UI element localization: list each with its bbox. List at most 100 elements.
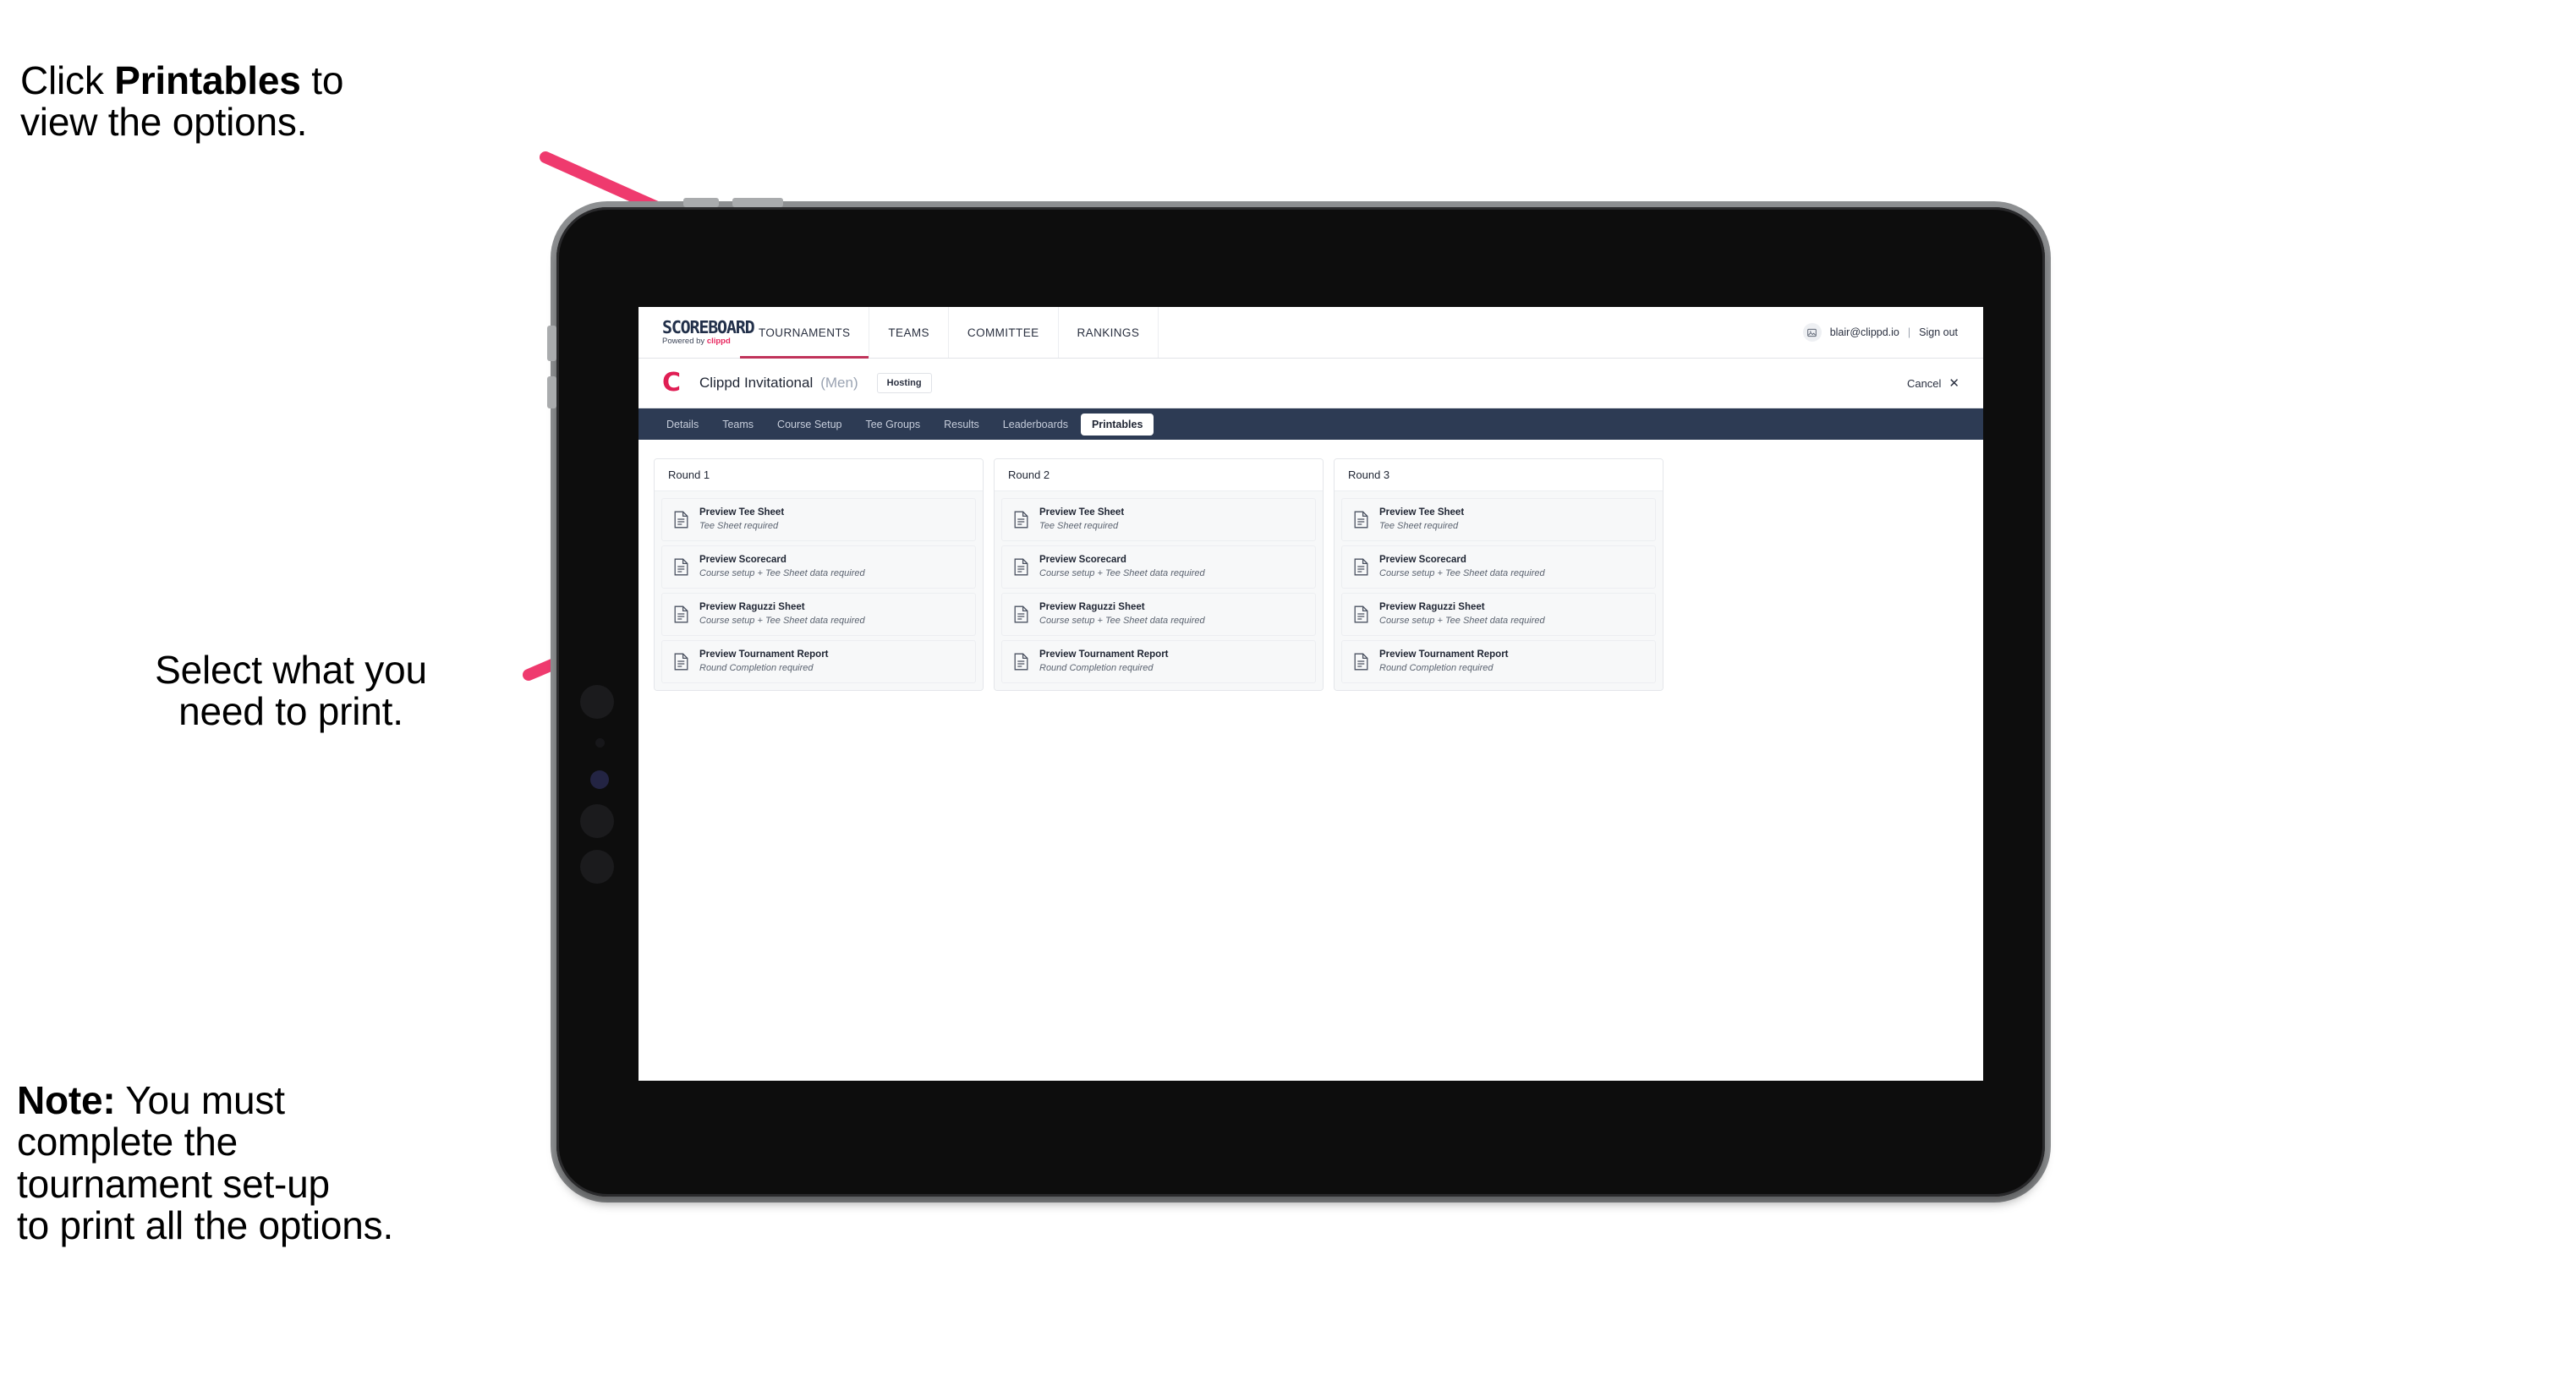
sign-out-link[interactable]: Sign out [1919,326,1958,338]
cancel-label: Cancel [1906,376,1942,390]
printable-item-text: Preview Tournament Report Round Completi… [1039,649,1169,674]
printable-item-raguzzi-sheet[interactable]: Preview Raguzzi Sheet Course setup + Tee… [661,592,976,636]
clippd-c-logo: C [662,368,682,397]
topnav-item-teams[interactable]: TEAMS [869,307,949,358]
printable-title: Preview Raguzzi Sheet [699,601,805,612]
printable-title: Preview Scorecard [1379,554,1466,565]
user-email: blair@clippd.io [1829,326,1899,338]
top-navigation-bar: SCOREBOARD Powered by clippd TOURNAMENTS… [639,307,1983,359]
printable-title: Preview Tee Sheet [1039,507,1125,518]
printable-requirement: Round Completion required [1379,662,1494,673]
tab-results[interactable]: Results [933,414,990,436]
topnav-label-rankings: RANKINGS [1077,326,1140,339]
tablet-top-button-a[interactable] [683,198,719,207]
printable-item-tee-sheet[interactable]: Preview Tee Sheet Tee Sheet required [1341,498,1656,541]
printable-item-tournament-report[interactable]: Preview Tournament Report Round Completi… [1001,639,1316,683]
printable-item-text: Preview Tournament Report Round Completi… [699,649,829,674]
printable-item-scorecard[interactable]: Preview Scorecard Course setup + Tee She… [1001,545,1316,589]
printable-item-text: Preview Raguzzi Sheet Course setup + Tee… [1379,602,1545,627]
section-tab-bar: Details Teams Course Setup Tee Groups Re… [639,408,1983,440]
printable-item-tournament-report[interactable]: Preview Tournament Report Round Completi… [1341,639,1656,683]
tablet-sensor-dot [595,738,605,748]
round-header: Round 1 [655,459,983,491]
round-items-list: Preview Tee Sheet Tee Sheet required Pre… [995,491,1323,690]
document-icon [674,558,688,576]
avatar[interactable] [1802,323,1822,342]
page-title: Clippd Invitational [699,375,814,391]
printable-title: Preview Scorecard [699,554,787,565]
printable-requirement: Tee Sheet required [1379,520,1459,531]
brand-subtitle: Powered by clippd [662,337,740,346]
printable-item-text: Preview Tournament Report Round Completi… [1379,649,1509,674]
brand-title: SCOREBOARD [662,317,755,338]
tab-course-setup[interactable]: Course Setup [766,414,852,436]
round-column-2: Round 2 Preview Tee Sheet Tee Sheet requ… [994,458,1324,691]
printable-title: Preview Tee Sheet [699,507,785,518]
printable-item-text: Preview Raguzzi Sheet Course setup + Tee… [1039,602,1205,627]
printable-requirement: Course setup + Tee Sheet data required [699,567,865,578]
tab-details[interactable]: Details [655,414,710,436]
printable-title: Preview Scorecard [1039,554,1126,565]
topnav-item-committee[interactable]: COMMITTEE [949,307,1059,358]
user-separator: | [1907,326,1911,338]
printable-requirement: Course setup + Tee Sheet data required [1039,567,1205,578]
printable-item-scorecard[interactable]: Preview Scorecard Course setup + Tee She… [1341,545,1656,589]
status-badge: Hosting [876,373,932,393]
topnav-spacer [1159,307,1802,358]
printable-requirement: Course setup + Tee Sheet data required [1379,615,1545,626]
user-image-icon [1807,328,1817,337]
topnav-item-rankings[interactable]: RANKINGS [1059,307,1159,358]
tablet-speaker-hole-2 [580,804,614,838]
tab-teams[interactable]: Teams [711,414,765,436]
topnav-label-committee: COMMITTEE [967,326,1039,339]
printable-requirement: Round Completion required [1039,662,1154,673]
printable-requirement: Round Completion required [699,662,814,673]
document-icon [1014,605,1028,623]
document-icon [1354,605,1368,623]
document-icon [1014,558,1028,576]
round-items-list: Preview Tee Sheet Tee Sheet required Pre… [1335,491,1663,690]
tablet-volume-up-button[interactable] [547,326,556,361]
document-icon [1354,558,1368,576]
tab-printables[interactable]: Printables [1080,413,1154,436]
round-column-3: Round 3 Preview Tee Sheet Tee Sheet requ… [1334,458,1663,691]
printable-item-text: Preview Tee Sheet Tee Sheet required [699,507,784,532]
printable-title: Preview Tournament Report [1039,649,1169,660]
round-header: Round 2 [995,459,1323,491]
scoreboard-logo[interactable]: SCOREBOARD Powered by clippd [639,307,755,358]
tablet-screen-webpage: SCOREBOARD Powered by clippd TOURNAMENTS… [639,307,1983,1081]
printable-item-text: Preview Scorecard Course setup + Tee She… [699,555,865,579]
printable-item-text: Preview Tee Sheet Tee Sheet required [1039,507,1124,532]
printable-title: Preview Raguzzi Sheet [1379,601,1485,612]
tablet-speaker-hole-3 [580,850,614,884]
printable-title: Preview Raguzzi Sheet [1039,601,1145,612]
printable-item-tee-sheet[interactable]: Preview Tee Sheet Tee Sheet required [1001,498,1316,541]
tablet-camera-lens [590,770,609,789]
document-icon [1014,511,1028,529]
printable-item-scorecard[interactable]: Preview Scorecard Course setup + Tee She… [661,545,976,589]
printable-requirement: Course setup + Tee Sheet data required [699,615,865,626]
topnav-item-tournaments[interactable]: TOURNAMENTS [740,307,870,359]
tablet-top-button-b[interactable] [732,198,783,207]
document-icon [1354,653,1368,671]
tab-leaderboards[interactable]: Leaderboards [992,414,1079,436]
annotation-click-bold: Printables [114,58,301,103]
annotation-note-bold: Note: [17,1078,116,1123]
topnav-label-teams: TEAMS [888,326,929,339]
document-icon [674,605,688,623]
printable-title: Preview Tee Sheet [1379,507,1465,518]
printable-item-tee-sheet[interactable]: Preview Tee Sheet Tee Sheet required [661,498,976,541]
printable-item-text: Preview Tee Sheet Tee Sheet required [1379,507,1464,532]
cancel-button[interactable]: Cancel ✕ [1907,375,1959,391]
topnav-label-tournaments: TOURNAMENTS [759,326,851,339]
tablet-volume-down-button[interactable] [547,376,556,408]
printable-item-raguzzi-sheet[interactable]: Preview Raguzzi Sheet Course setup + Tee… [1341,592,1656,636]
document-icon [674,653,688,671]
printable-item-tournament-report[interactable]: Preview Tournament Report Round Completi… [661,639,976,683]
printable-title: Preview Tournament Report [1379,649,1509,660]
close-icon: ✕ [1948,376,1959,391]
tab-tee-groups[interactable]: Tee Groups [854,414,931,436]
tournament-gender-label: (Men) [820,375,858,391]
printable-item-raguzzi-sheet[interactable]: Preview Raguzzi Sheet Course setup + Tee… [1001,592,1316,636]
tournament-title-bar: C Clippd Invitational (Men) Hosting Canc… [639,359,1983,408]
